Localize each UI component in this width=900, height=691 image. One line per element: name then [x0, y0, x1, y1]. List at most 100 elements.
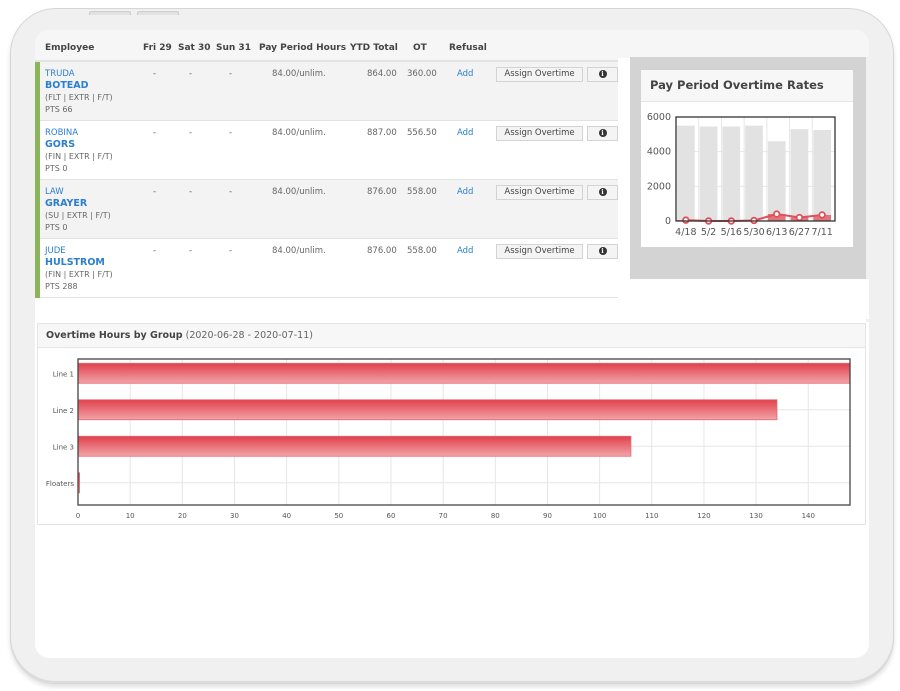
employee-cell: ROBINA GORS (FIN | EXTR | F/T) PTS 0 — [45, 127, 113, 175]
overtime-point[interactable] — [773, 210, 781, 218]
status-flag — [35, 180, 40, 239]
fri-cell: - — [153, 69, 157, 79]
date-range: (2020-06-28 - 2020-07-11) — [185, 330, 313, 341]
employee-cell: LAW GRAYER (SU | EXTR | F/T) PTS 0 — [45, 186, 111, 234]
total-hours-bar[interactable] — [813, 130, 831, 221]
ot-cell: 556.50 — [407, 128, 437, 138]
overtime-rates-panel: Pay Period Overtime Rates 0 2000 4000 6000 4… — [630, 57, 866, 279]
employee-last-name[interactable]: BOTEAD — [45, 80, 113, 92]
status-flag — [35, 239, 40, 298]
employee-last-name[interactable]: GORS — [45, 139, 113, 151]
sat-cell: - — [189, 69, 193, 79]
overtime-by-group-header: Overtime Hours by Group (2020-06-28 - 20… — [38, 324, 865, 348]
employee-classification: (FLT | EXTR | F/T) — [45, 93, 113, 102]
column-header-pay-period-hours[interactable]: Pay Period Hours — [259, 43, 346, 53]
y-tick-label: 2000 — [647, 181, 671, 192]
overtime-point[interactable] — [682, 216, 690, 224]
column-header-ot[interactable]: OT — [413, 43, 427, 53]
employee-last-name[interactable]: GRAYER — [45, 198, 111, 210]
assign-overtime-button[interactable]: Assign Overtime — [496, 126, 583, 141]
employee-first-name[interactable]: LAW — [45, 186, 111, 198]
info-button[interactable]: i — [587, 126, 618, 141]
employee-cell: TRUDA BOTEAD (FLT | EXTR | F/T) PTS 66 — [45, 68, 113, 116]
status-flag — [35, 62, 40, 121]
pay-period-hours-cell: 84.00/unlim. — [272, 128, 326, 138]
table-header: Employee Fri 29 Sat 30 Sun 31 Pay Period… — [35, 30, 618, 62]
x-tick-label: 4/18 — [675, 227, 696, 238]
employee-points: PTS 0 — [45, 164, 68, 173]
column-header-sat[interactable]: Sat 30 — [178, 43, 211, 53]
y-tick-label: Line 1 — [53, 370, 74, 378]
overtime-by-group-chart: 0 10 20 30 40 50 60 70 80 90 100 110 120 130 140 Line 1… — [46, 358, 851, 520]
x-tick-label: 7/11 — [811, 227, 832, 238]
sun-cell: - — [229, 128, 233, 138]
total-hours-bar[interactable] — [677, 125, 695, 221]
info-button[interactable]: i — [587, 185, 618, 200]
group-bar[interactable] — [77, 435, 632, 457]
add-refusal-link[interactable]: Add — [457, 187, 473, 197]
x-tick-label: 40 — [282, 512, 291, 520]
column-header-sun[interactable]: Sun 31 — [216, 43, 251, 53]
x-tick-label: 20 — [178, 512, 187, 520]
employee-points: PTS 288 — [45, 282, 78, 291]
column-header-fri[interactable]: Fri 29 — [143, 43, 172, 53]
employee-first-name[interactable]: TRUDA — [45, 68, 113, 80]
sat-cell: - — [189, 187, 193, 197]
y-tick-label: Line 3 — [53, 443, 74, 451]
add-refusal-link[interactable]: Add — [457, 246, 473, 256]
group-bar[interactable] — [77, 399, 778, 421]
y-tick-label: Line 2 — [53, 407, 74, 415]
total-hours-bar[interactable] — [745, 125, 763, 221]
employee-classification: (SU | EXTR | F/T) — [45, 211, 111, 220]
employee-points: PTS 66 — [45, 105, 73, 114]
total-hours-bar[interactable] — [790, 129, 809, 221]
x-tick-label: 110 — [645, 512, 658, 520]
overtime-rates-card: Pay Period Overtime Rates 0 2000 4000 6000 4… — [641, 70, 853, 247]
employee-points: PTS 0 — [45, 223, 68, 232]
table-row: TRUDA BOTEAD (FLT | EXTR | F/T) PTS 66 -… — [35, 62, 618, 121]
ot-cell: 360.00 — [407, 69, 437, 79]
table-row: ROBINA GORS (FIN | EXTR | F/T) PTS 0 - -… — [35, 121, 618, 180]
assign-overtime-button[interactable]: Assign Overtime — [496, 185, 583, 200]
column-header-ytd-total[interactable]: YTD Total — [350, 43, 398, 53]
pay-period-hours-cell: 84.00/unlim. — [272, 69, 326, 79]
y-tick-label: 0 — [665, 216, 671, 227]
column-header-refusal[interactable]: Refusal — [449, 43, 487, 53]
sun-cell: - — [229, 69, 233, 79]
info-button[interactable]: i — [587, 67, 618, 82]
x-tick-label: 6/13 — [766, 227, 787, 238]
x-tick-label: 90 — [543, 512, 552, 520]
x-tick-label: 5/2 — [701, 227, 716, 238]
assign-overtime-button[interactable]: Assign Overtime — [496, 244, 583, 259]
device-button — [137, 11, 179, 15]
total-hours-bar[interactable] — [767, 141, 786, 221]
x-tick-label: 30 — [230, 512, 239, 520]
overtime-point[interactable] — [818, 211, 826, 219]
ytd-total-cell: 887.00 — [367, 128, 397, 138]
sun-cell: - — [229, 246, 233, 256]
total-hours-bar[interactable] — [699, 126, 718, 221]
info-button[interactable]: i — [587, 244, 618, 259]
add-refusal-link[interactable]: Add — [457, 128, 473, 138]
x-tick-label: 50 — [334, 512, 343, 520]
employee-last-name[interactable]: HULSTROM — [45, 257, 113, 269]
ytd-total-cell: 876.00 — [367, 246, 397, 256]
employee-cell: JUDE HULSTROM (FIN | EXTR | F/T) PTS 288 — [45, 245, 113, 293]
device-button — [89, 11, 131, 15]
x-tick-label: 10 — [126, 512, 135, 520]
x-tick-label: 0 — [76, 512, 80, 520]
total-hours-bar[interactable] — [722, 126, 741, 221]
sun-cell: - — [229, 187, 233, 197]
panel-spacer — [630, 279, 869, 319]
overtime-point[interactable] — [795, 213, 804, 222]
info-icon: i — [598, 128, 607, 137]
employee-classification: (FIN | EXTR | F/T) — [45, 152, 113, 161]
x-tick-label: 5/16 — [721, 227, 742, 238]
employee-first-name[interactable]: ROBINA — [45, 127, 113, 139]
x-tick-label: 120 — [697, 512, 710, 520]
column-header-employee[interactable]: Employee — [45, 43, 94, 53]
assign-overtime-button[interactable]: Assign Overtime — [496, 67, 583, 82]
employee-first-name[interactable]: JUDE — [45, 245, 113, 257]
group-bar[interactable] — [77, 362, 851, 384]
add-refusal-link[interactable]: Add — [457, 69, 473, 79]
